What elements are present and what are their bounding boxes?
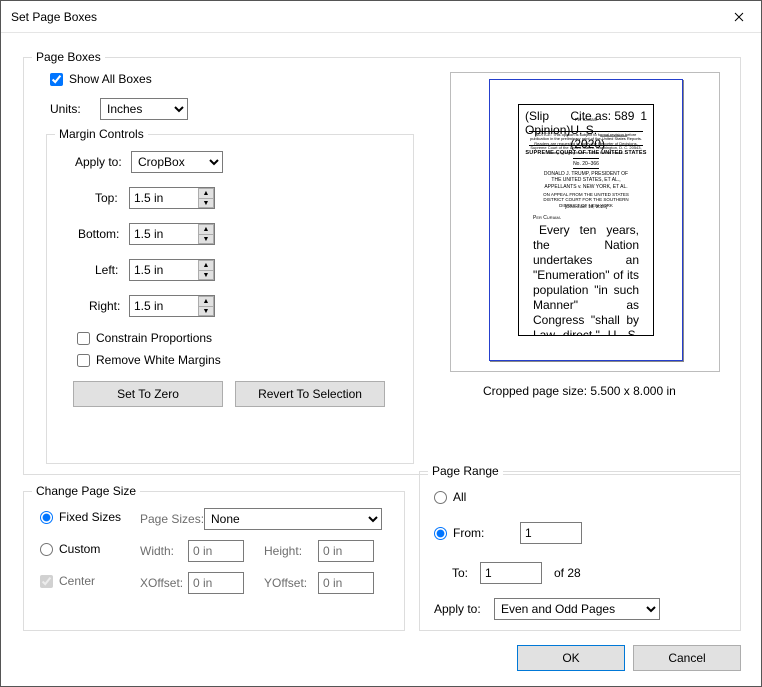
doc-court: SUPREME COURT OF THE UNITED STATES (519, 150, 653, 156)
checkbox-constrain-label: Constrain Proportions (96, 331, 212, 345)
doc-para1: Every ten years, the Nation undertakes a… (533, 223, 639, 336)
margin-left-label: Left: (95, 263, 118, 277)
range-apply-to-label: Apply to: (434, 602, 481, 616)
group-change-page-size-title: Change Page Size (32, 484, 140, 498)
units-label: Units: (50, 102, 81, 116)
range-apply-to-select[interactable]: Even and Odd Pages (494, 598, 660, 620)
group-page-range: Page Range All From: To: of 28 Apply to:… (419, 471, 741, 631)
dialog-set-page-boxes: Set Page Boxes Page Boxes Show All Boxes… (0, 0, 762, 687)
margin-right-spin-down[interactable]: ▼ (198, 306, 214, 316)
height-input (318, 540, 374, 562)
group-margin-controls: Margin Controls Apply to: CropBox Top: ▲… (46, 134, 414, 464)
margin-bottom-spin-down[interactable]: ▼ (198, 234, 214, 244)
margin-left-spin-up[interactable]: ▲ (198, 260, 214, 270)
checkbox-remove-white-label: Remove White Margins (96, 353, 221, 367)
doc-parties: DONALD J. TRUMP, PRESIDENT OF THE UNITED… (539, 171, 633, 190)
doc-topline (529, 145, 643, 146)
width-label: Width: (140, 544, 174, 558)
checkbox-constrain-input[interactable] (77, 332, 90, 345)
apply-to-select[interactable]: CropBox (131, 151, 223, 173)
group-change-page-size: Change Page Size Fixed Sizes Page Sizes:… (23, 491, 405, 631)
yoffset-input (318, 572, 374, 594)
xoffset-input (188, 572, 244, 594)
radio-from[interactable]: From: (434, 526, 484, 540)
radio-custom-input[interactable] (40, 543, 53, 556)
radio-all-input[interactable] (434, 491, 447, 504)
checkbox-show-all-boxes[interactable]: Show All Boxes (50, 72, 152, 86)
radio-from-label: From: (453, 526, 484, 540)
margin-bottom-label: Bottom: (78, 227, 119, 241)
doc-date: [December 18, 2020] (519, 204, 653, 209)
doc-body: Every ten years, the Nation undertakes a… (533, 223, 639, 336)
close-icon (734, 12, 744, 22)
checkbox-remove-white[interactable]: Remove White Margins (77, 353, 221, 367)
to-label: To: (452, 566, 468, 580)
width-input (188, 540, 244, 562)
radio-custom-label: Custom (59, 542, 100, 556)
margin-top-label: Top: (95, 191, 118, 205)
titlebar: Set Page Boxes (1, 1, 761, 33)
checkbox-remove-white-input[interactable] (77, 354, 90, 367)
checkbox-center-input (40, 575, 53, 588)
group-page-boxes: Page Boxes Show All Boxes Units: Inches … (23, 57, 741, 475)
margin-right-spin-up[interactable]: ▲ (198, 296, 214, 306)
apply-to-label: Apply to: (75, 155, 122, 169)
margin-left-spin-down[interactable]: ▼ (198, 270, 214, 280)
margin-right-label: Right: (89, 299, 120, 313)
units-select[interactable]: Inches (100, 98, 188, 120)
to-input[interactable] (480, 562, 542, 584)
page-sizes-select[interactable]: None (204, 508, 382, 530)
doc-per-curiam-small: Per Curiam (519, 117, 653, 122)
checkbox-show-all-boxes-label: Show All Boxes (69, 72, 152, 86)
doc-sep2 (573, 168, 599, 169)
preview-caption: Cropped page size: 5.500 x 8.000 in (483, 384, 676, 398)
cancel-button[interactable]: Cancel (633, 645, 741, 671)
radio-all[interactable]: All (434, 490, 466, 504)
page-sizes-label: Page Sizes: (140, 512, 204, 526)
from-input[interactable] (520, 522, 582, 544)
group-page-range-title: Page Range (428, 464, 503, 478)
xoffset-label: XOffset: (140, 576, 183, 590)
ok-button[interactable]: OK (517, 645, 625, 671)
revert-to-selection-button[interactable]: Revert To Selection (235, 381, 385, 407)
close-button[interactable] (716, 1, 761, 33)
radio-all-label: All (453, 490, 466, 504)
client-area: Page Boxes Show All Boxes Units: Inches … (1, 33, 761, 686)
radio-fixed-sizes-input[interactable] (40, 511, 53, 524)
radio-fixed-sizes-label: Fixed Sizes (59, 510, 121, 524)
yoffset-label: YOffset: (264, 576, 307, 590)
checkbox-show-all-boxes-input[interactable] (50, 73, 63, 86)
group-page-boxes-title: Page Boxes (32, 50, 105, 64)
preview-document: (Slip Opinion) Cite as: 589 U. S. ____ (… (518, 104, 654, 336)
checkbox-center: Center (40, 574, 95, 588)
set-to-zero-button[interactable]: Set To Zero (73, 381, 223, 407)
doc-sep1 (573, 158, 599, 159)
preview-page-outline: (Slip Opinion) Cite as: 589 U. S. ____ (… (489, 79, 683, 361)
margin-bottom-spin-up[interactable]: ▲ (198, 224, 214, 234)
margin-top-spin-down[interactable]: ▼ (198, 198, 214, 208)
preview-panel: (Slip Opinion) Cite as: 589 U. S. ____ (… (450, 72, 720, 372)
checkbox-constrain[interactable]: Constrain Proportions (77, 331, 212, 345)
window-title: Set Page Boxes (11, 10, 97, 24)
doc-caseno: No. 20–366 (519, 161, 653, 167)
doc-per-curiam: Per Curiam. (533, 215, 561, 221)
height-label: Height: (264, 544, 302, 558)
group-margin-controls-title: Margin Controls (55, 127, 148, 141)
radio-fixed-sizes[interactable]: Fixed Sizes (40, 510, 121, 524)
margin-top-spin-up[interactable]: ▲ (198, 188, 214, 198)
of-total-label: of 28 (554, 566, 581, 580)
radio-from-input[interactable] (434, 527, 447, 540)
checkbox-center-label: Center (59, 574, 95, 588)
radio-custom[interactable]: Custom (40, 542, 100, 556)
